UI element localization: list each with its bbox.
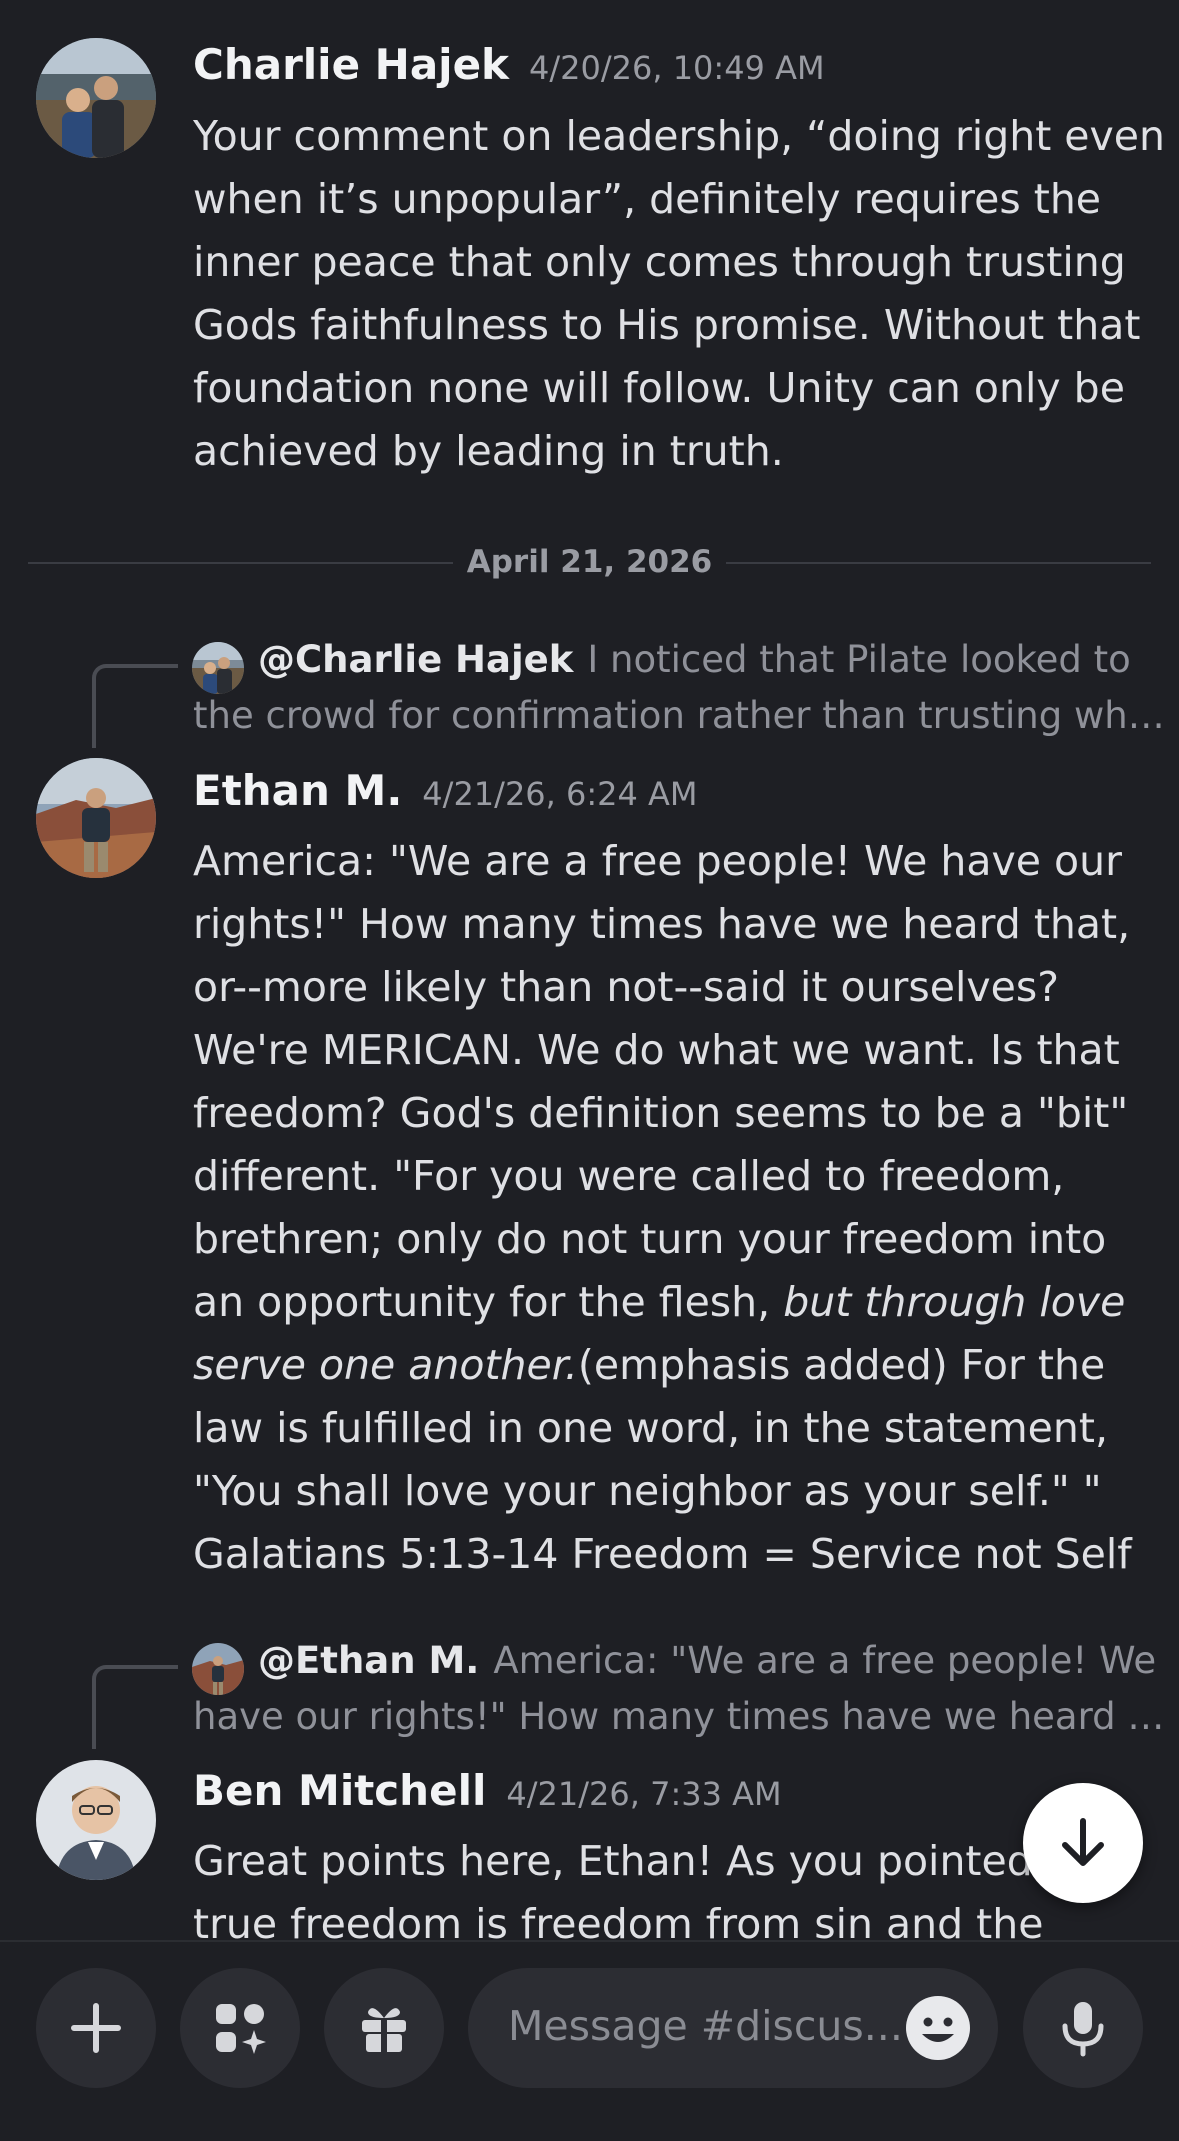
message-line: inner peace that only comes through trus…: [193, 238, 1126, 286]
voice-message-button[interactable]: [1023, 1968, 1143, 2088]
message-line: brethren; only do not turn your freedom …: [193, 1215, 1107, 1263]
message-line: freedom? God's definition seems to be a …: [193, 1089, 1129, 1137]
avatar[interactable]: [36, 1760, 156, 1880]
message-line: serve one another.(emphasis added) For t…: [193, 1334, 1153, 1397]
message-line: Your comment on leadership, “doing right…: [193, 112, 1166, 160]
italic-text: but through love: [783, 1278, 1126, 1326]
reply-snippet-continued: have our rights!" How many times have we…: [193, 1695, 1165, 1738]
jump-to-latest-button[interactable]: [1023, 1783, 1143, 1903]
plus-icon: [71, 2003, 121, 2053]
emoji-icon[interactable]: [904, 1994, 972, 2062]
avatar[interactable]: [36, 758, 156, 878]
message-line: true freedom is freedom from sin and the: [193, 1900, 1044, 1940]
reply-avatar: [192, 1643, 244, 1695]
message-line: Gods faithfulness to His promise. Withou…: [193, 301, 1141, 349]
apps-sparkle-icon: [216, 2004, 266, 2054]
reply-snippet: I noticed that Pilate looked to: [587, 638, 1131, 681]
plain-text: an opportunity for the flesh,: [193, 1278, 784, 1326]
message-line: law is fulfilled in one word, in the sta…: [193, 1404, 1108, 1452]
reply-snippet: America: "We are a free people! We: [493, 1639, 1157, 1682]
reply-mention: @Ethan M.: [258, 1639, 480, 1682]
author-name[interactable]: Charlie Hajek: [193, 40, 509, 89]
gift-button[interactable]: [324, 1968, 444, 2088]
message-header: Ben Mitchell 4/21/26, 7:33 AM: [193, 1766, 782, 1815]
message-body: Your comment on leadership, “doing right…: [193, 105, 1166, 483]
message-line: "You shall love your neighbor as your se…: [193, 1467, 1102, 1515]
message-header: Charlie Hajek 4/20/26, 10:49 AM: [193, 40, 825, 89]
timestamp: 4/21/26, 7:33 AM: [506, 1775, 782, 1813]
gift-icon: [362, 2008, 406, 2052]
author-name[interactable]: Ethan M.: [193, 766, 402, 815]
apps-button[interactable]: [180, 1968, 300, 2088]
italic-text: serve one another.: [193, 1341, 578, 1389]
add-attachment-button[interactable]: [36, 1968, 156, 2088]
reply-line: @Charlie Hajek I noticed that Pilate look…: [258, 638, 1131, 681]
reply-avatar: [192, 642, 244, 694]
divider-date: April 21, 2026: [466, 544, 713, 580]
message-line: achieved by leading in truth.: [193, 427, 784, 475]
message-line: Great points here, Ethan! As you pointed…: [193, 1837, 1126, 1885]
message-placeholder: Message #discus...: [508, 2002, 903, 2050]
reply-spine: [92, 1665, 178, 1749]
reply-line: @Ethan M. America: "We are a free people!…: [258, 1639, 1156, 1682]
reply-snippet-continued: the crowd for confirmation rather than t…: [193, 694, 1165, 737]
microphone-icon: [1062, 2002, 1104, 2057]
reply-preview[interactable]: @Ethan M. America: "We are a free people!…: [0, 1629, 1179, 1749]
message-body: Great points here, Ethan! As you pointed…: [193, 1830, 1153, 1940]
message-line: America: "We are a free people! We have …: [193, 837, 1122, 885]
reply-spine: [92, 664, 178, 748]
message-list[interactable]: Charlie Hajek 4/20/26, 10:49 AM Your comm…: [0, 0, 1179, 1940]
date-divider: April 21, 2026: [28, 544, 1151, 580]
message-body: America: "We are a free people! We have …: [193, 830, 1153, 1586]
reply-preview[interactable]: @Charlie Hajek I noticed that Pilate look…: [0, 628, 1179, 748]
plain-text: (emphasis added) For the: [577, 1341, 1106, 1389]
reply-mention: @Charlie Hajek: [258, 638, 574, 681]
message-header: Ethan M. 4/21/26, 6:24 AM: [193, 766, 698, 815]
avatar[interactable]: [36, 38, 156, 158]
message-line: We're MERICAN. We do what we want. Is th…: [193, 1026, 1120, 1074]
timestamp: 4/20/26, 10:49 AM: [528, 49, 825, 87]
message-input[interactable]: Message #discus...: [468, 1968, 998, 2088]
message-line: or--more likely than not--said it oursel…: [193, 963, 1060, 1011]
message-line: different. "For you were called to freed…: [193, 1152, 1065, 1200]
message-line: when it’s unpopular”, definitely require…: [193, 175, 1102, 223]
message-line: rights!" How many times have we heard th…: [193, 900, 1131, 948]
author-name[interactable]: Ben Mitchell: [193, 1766, 486, 1815]
composer-bar: Message #discus...: [0, 1940, 1179, 2141]
timestamp: 4/21/26, 6:24 AM: [422, 775, 698, 813]
message-line: foundation none will follow. Unity can o…: [193, 364, 1125, 412]
arrow-down-icon: [1062, 1818, 1104, 1866]
message-line: Galatians 5:13-14 Freedom = Service not …: [193, 1530, 1132, 1578]
message-line: an opportunity for the flesh, but throug…: [193, 1271, 1153, 1334]
